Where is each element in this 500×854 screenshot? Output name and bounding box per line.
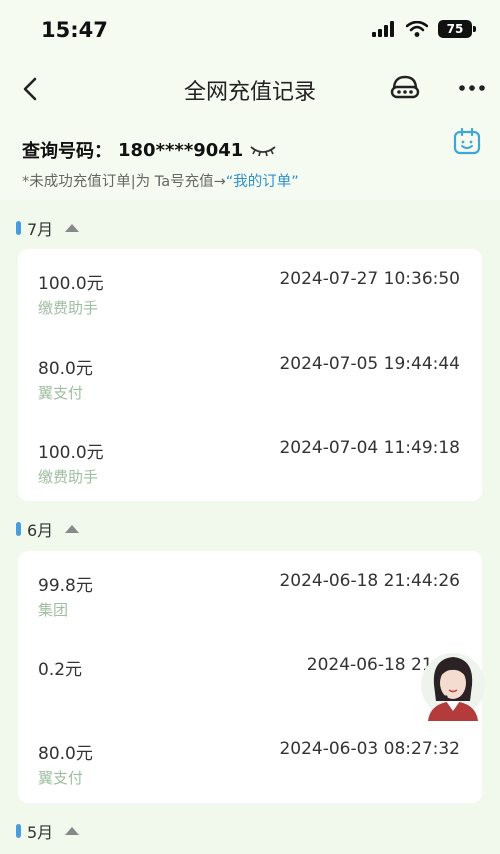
battery-level: 75 bbox=[446, 22, 464, 36]
my-orders-link[interactable]: “我的订单” bbox=[226, 174, 299, 190]
query-number: 查询号码： 180****9041 bbox=[22, 137, 277, 163]
battery-icon: 75 bbox=[438, 20, 476, 38]
record-date: 2024-07-27 10:36:50 bbox=[279, 269, 460, 289]
record-amount: 100.0元 bbox=[38, 443, 104, 463]
wifi-icon bbox=[406, 21, 428, 37]
record-amount: 100.0元 bbox=[38, 274, 104, 294]
month-header[interactable]: 6月 bbox=[16, 517, 80, 541]
record-row[interactable]: 0.2元 2024-06-18 21:44 bbox=[18, 635, 482, 719]
record-card: 100.0元 2024-07-27 10:36:50 缴费助手 80.0元 20… bbox=[18, 249, 482, 501]
record-source: 翼支付 bbox=[38, 384, 84, 402]
record-row[interactable]: 99.8元 2024-06-18 21:44:26 集团 bbox=[18, 551, 482, 635]
note-label: *未成功充值订单|为 Ta号充值→ bbox=[22, 174, 226, 190]
status-time: 15:47 bbox=[41, 18, 108, 42]
cellular-signal-icon bbox=[372, 21, 394, 37]
note-text: *未成功充值订单|为 Ta号充值→“我的订单” bbox=[22, 170, 299, 191]
record-amount: 80.0元 bbox=[38, 359, 93, 379]
query-value: 180****9041 bbox=[118, 139, 244, 161]
more-icon[interactable] bbox=[456, 76, 488, 100]
assistant-avatar-icon[interactable] bbox=[420, 645, 486, 721]
month-header[interactable]: 5月 bbox=[16, 819, 80, 843]
record-amount: 0.2元 bbox=[38, 660, 83, 680]
customer-service-icon[interactable] bbox=[389, 72, 421, 104]
month-label: 7月 bbox=[27, 220, 54, 239]
record-row[interactable]: 80.0元 2024-07-05 19:44:44 翼支付 bbox=[18, 334, 482, 418]
record-date: 2024-07-05 19:44:44 bbox=[279, 354, 460, 374]
record-date: 2024-07-04 11:49:18 bbox=[279, 438, 460, 458]
record-source: 翼支付 bbox=[38, 769, 84, 787]
query-label: 查询号码： bbox=[22, 141, 112, 162]
month-marker bbox=[16, 522, 21, 536]
month-label: 6月 bbox=[27, 521, 54, 540]
status-bar: 15:47 75 bbox=[0, 0, 500, 60]
collapse-arrow-icon[interactable] bbox=[65, 827, 80, 835]
calendar-icon[interactable] bbox=[452, 126, 482, 156]
record-source: 缴费助手 bbox=[38, 468, 99, 486]
record-row[interactable]: 80.0元 2024-06-03 08:27:32 翼支付 bbox=[18, 719, 482, 803]
status-icons: 75 bbox=[372, 20, 476, 38]
month-label: 5月 bbox=[27, 823, 54, 842]
record-card: 99.8元 2024-06-18 21:44:26 集团 0.2元 2024-0… bbox=[18, 551, 482, 803]
record-date: 2024-06-18 21:44:26 bbox=[279, 571, 460, 591]
record-row[interactable]: 100.0元 2024-07-27 10:36:50 缴费助手 bbox=[18, 249, 482, 333]
page-title: 全网充值记录 bbox=[183, 80, 316, 105]
record-row[interactable]: 100.0元 2024-07-04 11:49:18 缴费助手 bbox=[18, 418, 482, 502]
record-amount: 99.8元 bbox=[38, 576, 93, 596]
record-source: 缴费助手 bbox=[38, 299, 99, 317]
month-marker bbox=[16, 221, 21, 235]
nav-bar: 全网充值记录 bbox=[0, 62, 500, 114]
collapse-arrow-icon[interactable] bbox=[65, 525, 80, 533]
collapse-arrow-icon[interactable] bbox=[65, 224, 80, 232]
record-amount: 80.0元 bbox=[38, 744, 93, 764]
record-date: 2024-06-03 08:27:32 bbox=[279, 739, 460, 759]
eye-closed-icon[interactable] bbox=[249, 141, 277, 159]
record-source: 集团 bbox=[38, 601, 69, 619]
month-marker bbox=[16, 824, 21, 838]
month-header[interactable]: 7月 bbox=[16, 216, 80, 240]
